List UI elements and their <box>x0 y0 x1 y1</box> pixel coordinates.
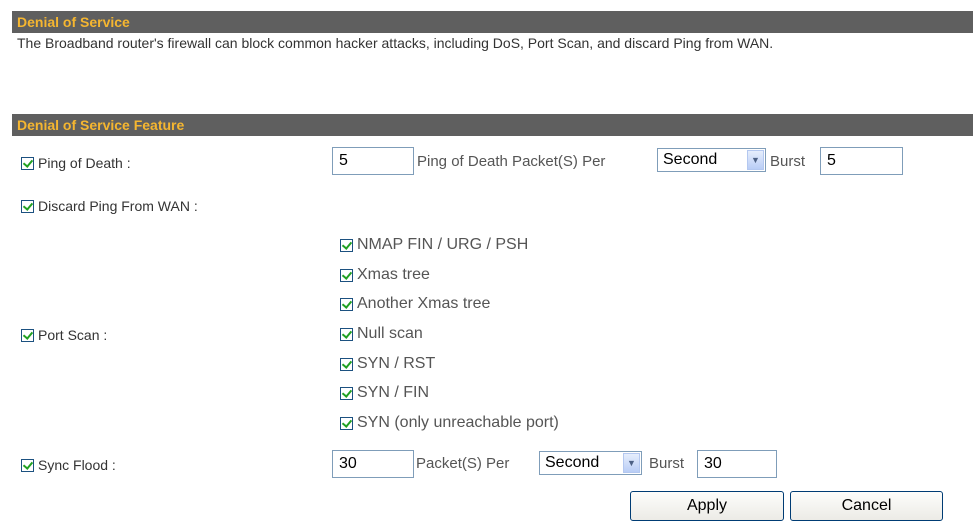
port-scan-checkbox[interactable] <box>21 328 34 342</box>
feature-title: Denial of Service Feature <box>17 117 185 133</box>
sync-flood-rate-input[interactable] <box>332 450 414 478</box>
discard-ping-label: Discard Ping From WAN : <box>38 198 198 214</box>
scan-option-checkbox[interactable] <box>340 386 353 400</box>
scan-option-checkbox[interactable] <box>340 268 353 282</box>
ping-of-death-packet-label: Ping of Death Packet(S) Per <box>417 153 606 170</box>
feature-header: Denial of Service Feature <box>12 114 973 136</box>
scan-option-xmas: Xmas tree <box>340 266 430 284</box>
section-title: Denial of Service <box>17 14 130 30</box>
scan-option-label: Null scan <box>357 325 423 342</box>
scan-option-null: Null scan <box>340 325 423 343</box>
apply-button[interactable]: Apply <box>630 491 784 521</box>
scan-option-label: Another Xmas tree <box>357 295 491 312</box>
cancel-button[interactable]: Cancel <box>790 491 943 521</box>
scan-option-label: Xmas tree <box>357 266 430 283</box>
ping-of-death-checkbox[interactable] <box>21 156 34 170</box>
section-header: Denial of Service <box>12 11 973 33</box>
scan-option-checkbox[interactable] <box>340 327 353 341</box>
ping-of-death-burst-input[interactable] <box>820 147 903 175</box>
scan-option-checkbox[interactable] <box>340 238 353 252</box>
discard-ping-row: Discard Ping From WAN : <box>21 198 198 214</box>
ping-of-death-row: Ping of Death : <box>21 155 131 171</box>
sync-flood-burst-label: Burst <box>649 455 685 472</box>
scan-option-label: SYN (only unreachable port) <box>357 414 559 431</box>
scan-option-syn-unreachable: SYN (only unreachable port) <box>340 414 559 432</box>
sync-flood-burst-input[interactable] <box>697 450 777 478</box>
scan-option-label: SYN / RST <box>357 355 436 372</box>
scan-option-label: NMAP FIN / URG / PSH <box>357 236 529 253</box>
scan-option-another-xmas: Another Xmas tree <box>340 295 490 313</box>
scan-option-syn-fin: SYN / FIN <box>340 384 429 402</box>
discard-ping-checkbox[interactable] <box>21 199 34 213</box>
scan-option-nmap: NMAP FIN / URG / PSH <box>340 236 528 254</box>
sync-flood-packet-label: Packet(S) Per <box>416 455 510 472</box>
ping-of-death-unit-select[interactable]: Second ▼ <box>657 148 766 172</box>
ping-of-death-rate-input[interactable] <box>332 147 414 175</box>
scan-option-checkbox[interactable] <box>340 357 353 371</box>
scan-option-syn-rst: SYN / RST <box>340 355 435 373</box>
ping-of-death-burst-label: Burst <box>770 153 806 170</box>
sync-flood-unit-value: Second <box>545 454 600 471</box>
port-scan-label: Port Scan : <box>38 327 108 343</box>
sync-flood-row: Sync Flood : <box>21 457 116 473</box>
scan-option-label: SYN / FIN <box>357 384 430 401</box>
scan-option-checkbox[interactable] <box>340 297 353 311</box>
scan-option-checkbox[interactable] <box>340 416 353 430</box>
sync-flood-unit-select[interactable]: Second ▼ <box>539 451 642 475</box>
chevron-down-icon: ▼ <box>623 453 640 473</box>
ping-of-death-label: Ping of Death : <box>38 155 131 171</box>
chevron-down-icon: ▼ <box>747 150 764 170</box>
ping-of-death-unit-value: Second <box>663 151 718 168</box>
port-scan-row: Port Scan : <box>21 327 107 343</box>
sync-flood-checkbox[interactable] <box>21 458 34 472</box>
sync-flood-label: Sync Flood : <box>38 457 116 473</box>
description-text: The Broadband router's firewall can bloc… <box>17 35 774 51</box>
